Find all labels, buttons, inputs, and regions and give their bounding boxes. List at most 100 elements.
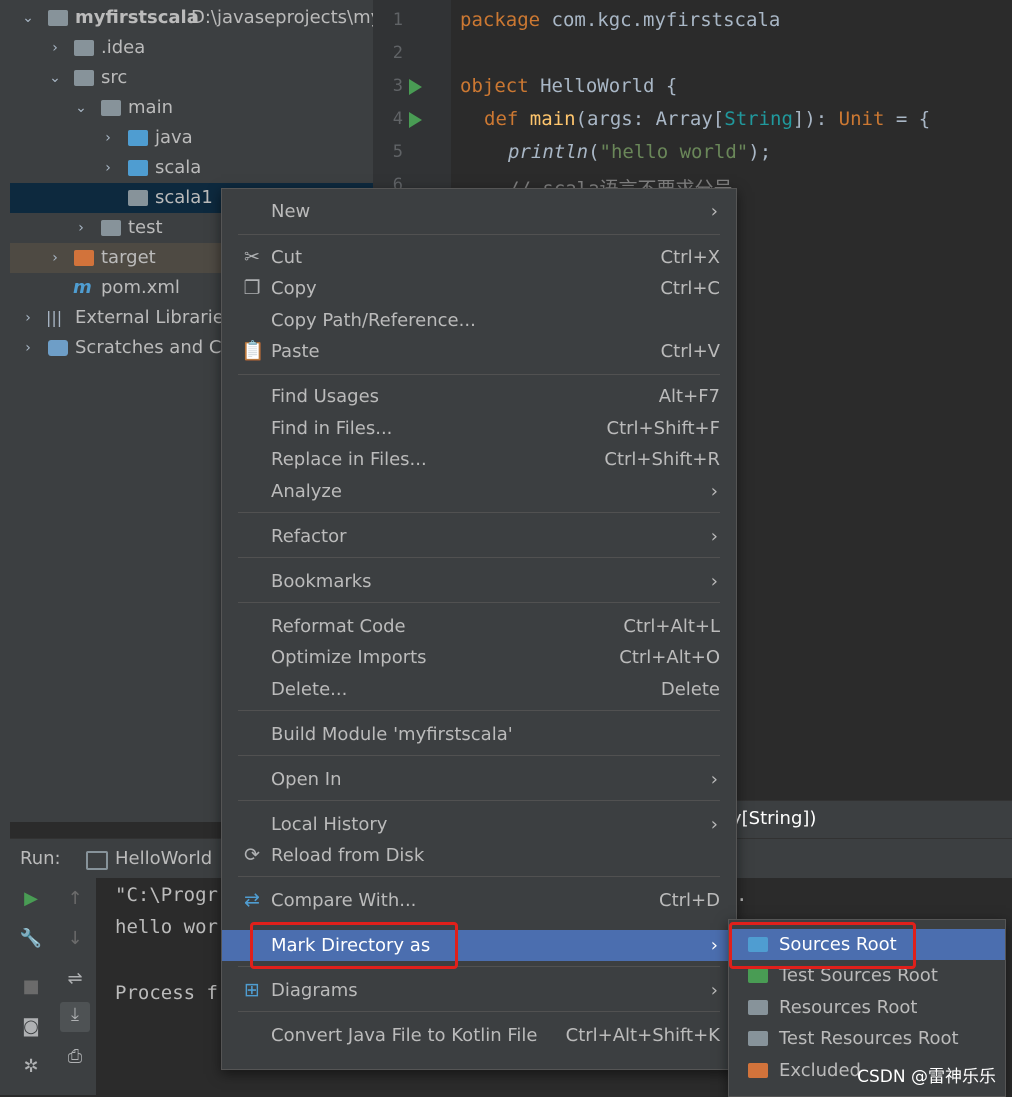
stop-icon[interactable]: ■ — [18, 974, 44, 1000]
run-tab-helloworld[interactable]: HelloWorld — [115, 848, 212, 869]
menu-separator — [238, 512, 720, 513]
code-line-4: def main(args: Array[String]): Unit = { — [484, 108, 931, 130]
compare-icon: ⇄ — [244, 889, 260, 911]
tree-item-java[interactable]: › java — [10, 123, 373, 153]
menu-item-open-in[interactable]: Open In › — [222, 764, 736, 795]
chevron-right-icon: › — [710, 769, 718, 790]
tree-root-myfirstscala[interactable]: ⌄ myfirstscala D:\javaseprojects\my — [10, 3, 373, 33]
menu-item-compare-with[interactable]: ⇄ Compare With... Ctrl+D — [222, 885, 736, 916]
submenu-item-test-resources-root[interactable]: Test Resources Root — [729, 1023, 1005, 1054]
tree-item-label: test — [128, 217, 163, 238]
run-gutter-icon[interactable] — [409, 112, 422, 128]
folder-icon — [101, 100, 121, 116]
chevron-right-icon: › — [710, 526, 718, 547]
folder-icon — [74, 70, 94, 86]
console-line: hello wor — [115, 916, 218, 938]
chevron-right-icon[interactable]: › — [47, 243, 63, 273]
copy-icon: ❐ — [243, 277, 261, 299]
submenu-item-resources-root[interactable]: Resources Root — [729, 992, 1005, 1023]
arrow-up-icon[interactable]: ↑ — [62, 886, 88, 912]
menu-separator — [238, 710, 720, 711]
menu-item-copy-path[interactable]: Copy Path/Reference... — [222, 305, 736, 336]
wrench-icon[interactable]: 🔧 — [18, 926, 44, 952]
menu-item-build-module[interactable]: Build Module 'myfirstscala' — [222, 719, 736, 750]
tree-item-label: pom.xml — [101, 277, 180, 298]
menu-separator — [238, 602, 720, 603]
menu-item-analyze[interactable]: Analyze › — [222, 476, 736, 507]
test-resources-folder-icon — [748, 1031, 768, 1046]
folder-icon — [74, 40, 94, 56]
console-line-tail: . — [736, 884, 748, 906]
menu-item-delete[interactable]: Delete... Delete — [222, 674, 736, 705]
code-line-1: package com.kgc.myfirstscala — [460, 9, 781, 31]
code-line-3: object HelloWorld { — [460, 75, 678, 97]
menu-item-new[interactable]: New › — [222, 196, 736, 227]
tree-item-src[interactable]: ⌄ src — [10, 63, 373, 93]
line-number: 5 — [392, 142, 403, 162]
menu-item-paste[interactable]: 📋 Paste Ctrl+V — [222, 336, 736, 367]
menu-item-reformat-code[interactable]: Reformat Code Ctrl+Alt+L — [222, 611, 736, 642]
test-folder-icon — [748, 968, 768, 983]
menu-item-diagrams[interactable]: ⊞ Diagrams › — [222, 975, 736, 1006]
chevron-right-icon[interactable]: › — [100, 153, 116, 183]
tree-item-label: Scratches and Co — [75, 337, 233, 358]
menu-item-copy[interactable]: ❐ Copy Ctrl+C — [222, 273, 736, 304]
chevron-right-icon: › — [710, 814, 718, 835]
tree-item-label: .idea — [101, 37, 146, 58]
console-line: "C:\Progr — [115, 884, 218, 906]
tree-item-scala[interactable]: › scala — [10, 153, 373, 183]
line-number: 4 — [392, 109, 403, 129]
settings-icon[interactable]: ✲ — [18, 1054, 44, 1080]
chevron-right-icon[interactable]: › — [100, 123, 116, 153]
chevron-right-icon[interactable]: › — [20, 303, 36, 333]
menu-item-refactor[interactable]: Refactor › — [222, 521, 736, 552]
menu-separator — [238, 876, 720, 877]
soft-wrap-icon[interactable]: ⇌ — [62, 966, 88, 992]
breadcrumb-text[interactable]: y[String]) — [731, 808, 816, 829]
highlight-box-mark-directory — [250, 922, 458, 969]
scratches-icon — [48, 340, 68, 356]
tree-item-idea[interactable]: › .idea — [10, 33, 373, 63]
menu-item-replace-in-files[interactable]: Replace in Files... Ctrl+Shift+R — [222, 444, 736, 475]
line-number: 1 — [392, 10, 403, 30]
chevron-right-icon: › — [710, 935, 718, 956]
rerun-icon[interactable]: ▶ — [18, 886, 44, 912]
chevron-down-icon[interactable]: ⌄ — [47, 63, 63, 93]
menu-item-optimize-imports[interactable]: Optimize Imports Ctrl+Alt+O — [222, 642, 736, 673]
line-number: 3 — [392, 76, 403, 96]
arrow-down-icon[interactable]: ↓ — [62, 926, 88, 952]
tree-root-name: myfirstscala — [75, 7, 199, 28]
scroll-to-end-icon[interactable]: ⤓ — [60, 1002, 90, 1032]
chevron-right-icon[interactable]: › — [20, 333, 36, 363]
menu-item-convert-to-kotlin[interactable]: Convert Java File to Kotlin File Ctrl+Alt… — [222, 1020, 736, 1051]
highlight-box-sources-root — [729, 922, 916, 969]
console-line: Process f — [115, 982, 218, 1004]
tree-item-main[interactable]: ⌄ main — [10, 93, 373, 123]
diagram-icon: ⊞ — [244, 979, 260, 1001]
scissors-icon: ✂ — [244, 246, 260, 268]
menu-separator — [238, 234, 720, 235]
tree-item-label: src — [101, 67, 128, 88]
print-icon[interactable]: ⎙ — [62, 1044, 88, 1070]
watermark: CSDN @雷神乐乐 — [857, 1067, 996, 1087]
clipboard-icon: 📋 — [241, 340, 265, 362]
tree-item-label: java — [155, 127, 193, 148]
menu-item-local-history[interactable]: Local History › — [222, 809, 736, 840]
menu-item-find-usages[interactable]: Find Usages Alt+F7 — [222, 381, 736, 412]
resources-folder-icon — [748, 1000, 768, 1015]
run-label: Run: — [20, 848, 61, 869]
menu-item-bookmarks[interactable]: Bookmarks › — [222, 566, 736, 597]
camera-icon[interactable]: ◙ — [18, 1014, 44, 1040]
menu-item-cut[interactable]: ✂ Cut Ctrl+X — [222, 242, 736, 273]
chevron-right-icon[interactable]: › — [47, 33, 63, 63]
code-line-5: println("hello world"); — [508, 141, 772, 163]
chevron-right-icon[interactable]: › — [73, 213, 89, 243]
excluded-folder-icon — [748, 1063, 768, 1078]
chevron-down-icon[interactable]: ⌄ — [73, 93, 89, 123]
chevron-right-icon: › — [710, 481, 718, 502]
chevron-down-icon[interactable]: ⌄ — [20, 3, 36, 33]
menu-item-reload-from-disk[interactable]: ⟳ Reload from Disk — [222, 840, 736, 871]
run-gutter-icon[interactable] — [409, 79, 422, 95]
tree-item-label: main — [128, 97, 173, 118]
menu-item-find-in-files[interactable]: Find in Files... Ctrl+Shift+F — [222, 413, 736, 444]
